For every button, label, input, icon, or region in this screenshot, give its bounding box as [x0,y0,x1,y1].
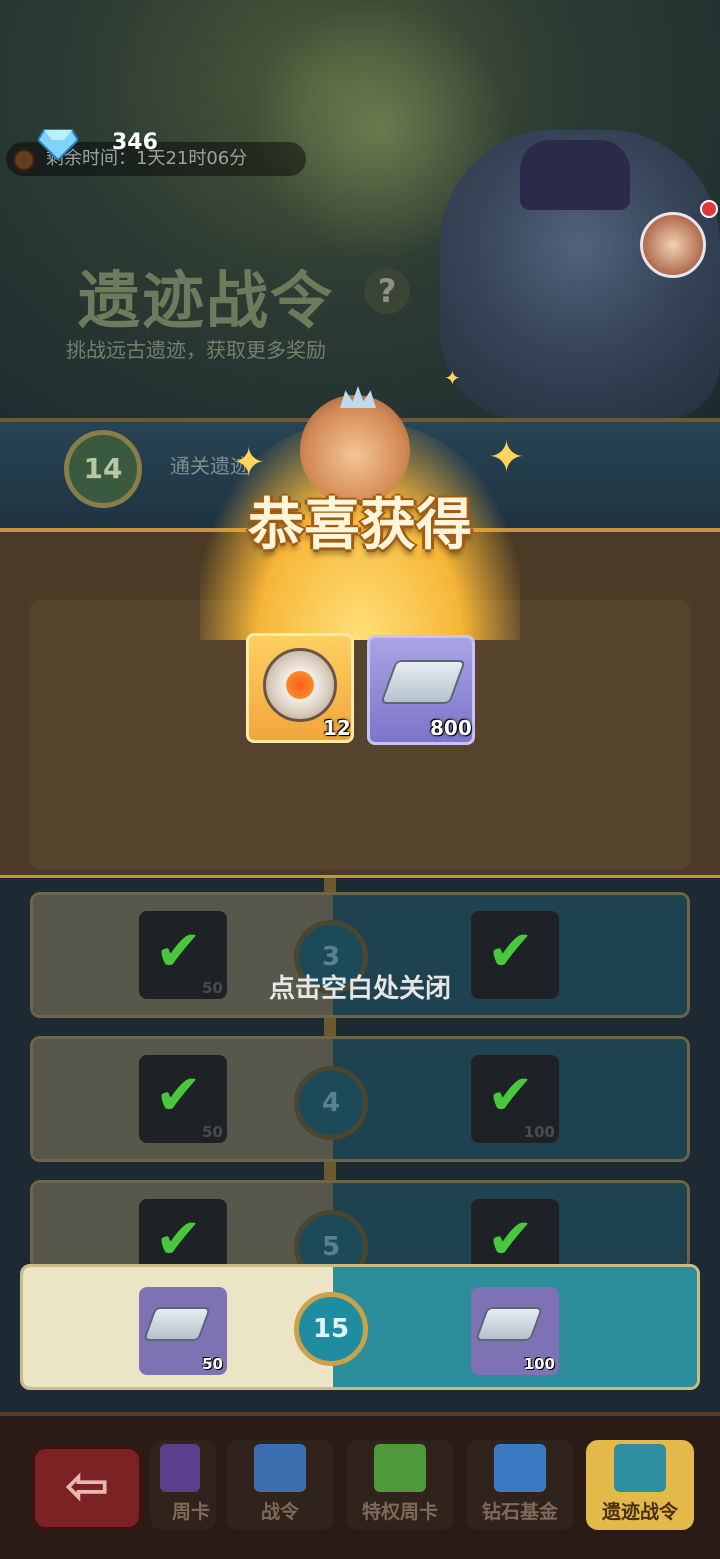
tab-label: 周卡 [171,1501,210,1523]
tab-label: 特权周卡 [361,1501,438,1523]
diamond-pile-icon [494,1444,546,1492]
slot-count: 50 [202,1355,223,1373]
free-reward-slot[interactable]: 50 [139,1287,227,1375]
reward-count: 12 [323,716,351,740]
tier-badge: 4 [294,1066,368,1140]
slot-count: 100 [523,1355,555,1373]
free-reward-slot[interactable]: ✔ [139,1199,227,1270]
tier-badge: 15 [294,1292,368,1366]
premium-reward-slot[interactable]: ✔ 100 [471,1055,559,1143]
tab-label: 钻石基金 [481,1501,558,1523]
help-button[interactable]: ? [364,268,410,314]
relic-crown-icon [614,1444,666,1492]
star-icon: ✦ [488,432,525,483]
reward-popup-panel [30,600,690,870]
gem-count: 346 [112,130,158,155]
popup-title: 恭喜获得 [248,493,472,558]
page-title: 遗迹战令 [78,264,335,337]
slot-count: 100 [523,1123,555,1141]
tab-relic-pass[interactable]: 遗迹战令 [586,1440,694,1530]
sword-shield-icon [254,1444,306,1492]
tab-weekly-card[interactable]: 周卡 [150,1440,216,1530]
close-hint[interactable]: 点击空白处关闭 [0,968,720,1005]
medal-icon [263,648,337,722]
back-button[interactable]: ⇦ [32,1446,142,1530]
slot-count: 50 [202,1123,223,1141]
level-badge: 14 [64,430,142,508]
crown-card-icon [374,1444,426,1492]
card-icon [160,1444,200,1492]
star-icon: ✦ [444,366,461,390]
character-hat [520,140,630,210]
silver-ingot-icon [474,1307,544,1341]
page-subtitle: 挑战远古遗迹，获取更多奖励 [66,338,326,362]
check-icon: ✔ [155,1063,202,1128]
tab-diamond-fund[interactable]: 钻石基金 [466,1440,574,1530]
silver-ingot-icon [142,1307,212,1341]
free-reward-slot[interactable]: ✔ 50 [139,1055,227,1143]
tab-privilege-card[interactable]: 特权周卡 [346,1440,454,1530]
premium-reward-slot[interactable]: 100 [471,1287,559,1375]
reward-count: 800 [430,716,472,740]
notification-dot [700,200,718,218]
check-icon: ✔ [487,1063,534,1128]
premium-reward-slot[interactable]: ✔ [471,1199,559,1270]
tab-battle-pass[interactable]: 战令 [226,1440,334,1530]
diamond-icon [38,129,78,160]
tab-label: 遗迹战令 [601,1501,678,1523]
tab-label: 战令 [260,1501,299,1523]
avatar[interactable] [640,212,706,278]
check-icon: ✔ [487,1207,534,1270]
check-icon: ✔ [155,1207,202,1270]
